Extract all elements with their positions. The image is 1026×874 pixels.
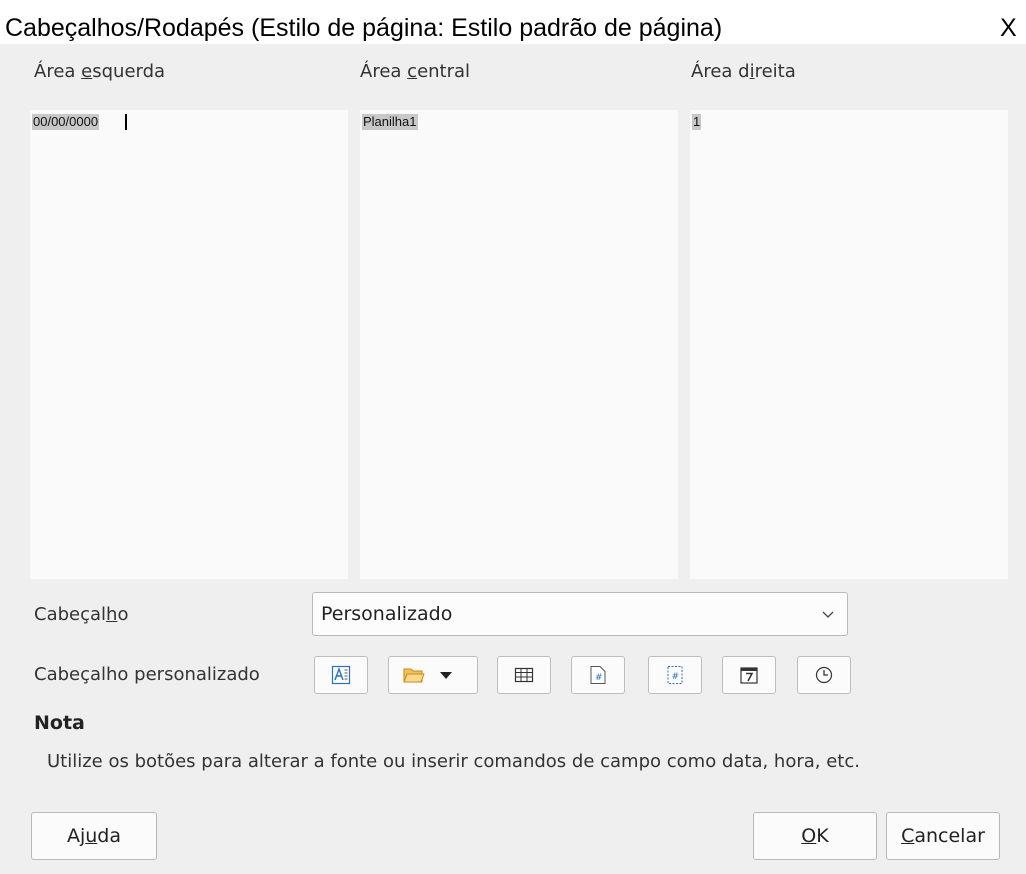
close-button[interactable]: X <box>1000 14 1017 42</box>
page-count-icon: # <box>667 666 683 684</box>
ok-button[interactable]: OK <box>753 812 877 860</box>
page-button[interactable]: # <box>571 656 625 694</box>
date-icon <box>740 667 758 684</box>
header-select-value: Personalizado <box>321 603 453 625</box>
center-area-label: Área central <box>360 61 471 82</box>
right-area-content: 1 <box>692 114 702 130</box>
left-area-content: 00/00/0000 <box>32 114 100 130</box>
page-number-icon: # <box>590 666 606 684</box>
help-button[interactable]: Aj u da <box>31 812 157 860</box>
text-attributes-button[interactable] <box>314 656 368 694</box>
note-text: Utilize os botões para alterar a fonte o… <box>47 751 860 772</box>
dropdown-arrow-icon <box>440 672 452 679</box>
note-heading: Nota <box>34 712 85 734</box>
sheet-name-button[interactable] <box>497 656 551 694</box>
svg-text:#: # <box>595 673 603 683</box>
text-cursor <box>125 114 127 130</box>
right-area-editor[interactable]: 1 <box>690 110 1008 579</box>
title-folder-icon <box>403 668 425 683</box>
custom-header-label: Cabeçalho personalizado <box>34 664 260 685</box>
header-label: Cabeçalho <box>34 604 129 625</box>
text-attributes-icon <box>331 665 351 685</box>
svg-text:#: # <box>672 672 680 682</box>
pages-button[interactable]: # <box>648 656 702 694</box>
title-bar: Cabeçalhos/Rodapés (Estilo de página: Es… <box>0 0 1026 44</box>
date-button[interactable] <box>722 656 776 694</box>
time-button[interactable] <box>797 656 851 694</box>
center-area-content: Planilha1 <box>362 114 418 130</box>
left-area-label: Área esquerda <box>34 61 166 82</box>
right-area-label: Área direita <box>691 61 796 82</box>
center-area-editor[interactable]: Planilha1 <box>360 110 678 579</box>
title-button[interactable] <box>388 656 478 694</box>
header-select[interactable]: Personalizado <box>312 592 848 636</box>
left-area-editor[interactable]: 00/00/0000 <box>30 110 348 579</box>
cancel-button[interactable]: Cancelar <box>886 812 1000 860</box>
dialog-title: Cabeçalhos/Rodapés (Estilo de página: Es… <box>5 14 723 42</box>
sheet-name-icon <box>514 667 534 683</box>
chevron-down-icon <box>822 611 834 618</box>
time-icon <box>815 666 833 684</box>
